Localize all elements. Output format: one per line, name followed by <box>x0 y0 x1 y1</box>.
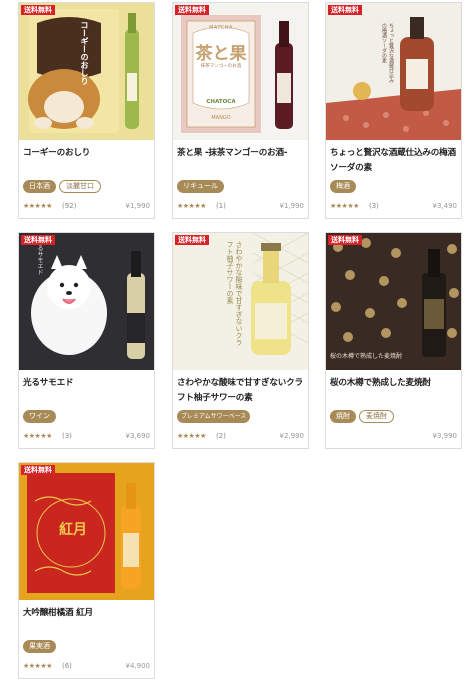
product-meta: ★★★★★ (6) ¥4,900 <box>23 662 150 673</box>
category-tag[interactable]: プレミアムサワーベース <box>177 410 251 423</box>
product-image[interactable]: 光るサモエド <box>19 233 154 370</box>
product-image[interactable]: コーギーのおしり <box>19 3 154 140</box>
category-tag[interactable]: ワイン <box>23 410 56 423</box>
product-grid: コーギーのおしり 送料無料 コーギーのおしり 日本酒 淡麗甘口 ★★★★★ (9… <box>0 0 466 679</box>
product-title[interactable]: 光るサモエド <box>23 376 152 391</box>
product-title[interactable]: 桜の木樽で熟成した麦焼酎 <box>330 376 459 391</box>
product-tags: プレミアムサワーベース <box>177 410 251 424</box>
rating-stars: ★★★★★ <box>177 432 206 440</box>
free-shipping-badge: 送料無料 <box>175 5 209 15</box>
image-caption: 桜の木樽で熟成した麦焼酎 <box>330 353 403 360</box>
review-count: (92) <box>62 202 77 210</box>
product-price: ¥3,690 <box>125 432 151 440</box>
product-price: ¥4,900 <box>125 662 151 670</box>
product-meta: ★★★★★ (3) ¥3,490 <box>330 202 457 213</box>
product-tags: 日本酒 淡麗甘口 <box>23 180 101 194</box>
label-kanji: 紅月 <box>59 522 87 538</box>
review-count: (1) <box>216 202 226 210</box>
product-card[interactable]: MATCHA 茶と果 抹茶マンゴーのお酒 CHATOCA MANGO 送料無料 … <box>172 2 309 219</box>
product-card[interactable]: コーギーのおしり 送料無料 コーギーのおしり 日本酒 淡麗甘口 ★★★★★ (9… <box>18 2 155 219</box>
product-meta: ★★★★★ (92) ¥1,990 <box>23 202 150 213</box>
product-tags: ワイン <box>23 410 56 424</box>
label-top-text: MATCHA <box>209 25 233 31</box>
label-kanji: 茶と果 <box>195 44 247 64</box>
product-card[interactable]: 紅月 送料無料 大吟醸柑橘酒 紅月 果実酒 ★★★★★ (6) ¥4,900 <box>18 462 155 679</box>
product-image[interactable]: 桜の木樽で熟成した麦焼酎 <box>326 233 461 370</box>
product-meta: ★★★★★ (3) ¥3,690 <box>23 432 150 443</box>
free-shipping-badge: 送料無料 <box>328 5 362 15</box>
product-image[interactable]: MATCHA 茶と果 抹茶マンゴーのお酒 CHATOCA MANGO <box>173 3 308 140</box>
product-tags: 果実酒 <box>23 640 56 654</box>
category-tag[interactable]: 焼酎 <box>330 410 356 423</box>
bottle-label-text: コーギーのおしり <box>80 21 89 85</box>
category-tag[interactable]: 日本酒 <box>23 180 56 193</box>
product-meta: ★★★★★ (1) ¥1,990 <box>177 202 304 213</box>
product-price: ¥1,990 <box>279 202 305 210</box>
rating-stars: ★★★★★ <box>23 432 52 440</box>
product-tags: 焼酎 麦焼酎 <box>330 410 394 424</box>
product-title[interactable]: 茶と果 -抹茶マンゴーのお酒- <box>177 146 306 161</box>
review-count: (2) <box>216 432 226 440</box>
product-image[interactable]: 紅月 <box>19 463 154 600</box>
category-tag[interactable]: 果実酒 <box>23 640 56 653</box>
product-price: ¥2,990 <box>279 432 305 440</box>
free-shipping-badge: 送料無料 <box>21 465 55 475</box>
product-meta: ★★★★★ (2) ¥2,990 <box>177 432 304 443</box>
rating-stars: ★★★★★ <box>23 662 52 670</box>
product-card[interactable]: ちょっと贅沢な酒蔵仕込みの梅酒ソーダの素 送料無料 ちょっと贅沢な酒蔵仕込みの梅… <box>325 2 462 219</box>
product-meta: ¥3,990 <box>330 432 458 443</box>
product-tags: 梅酒 <box>330 180 356 194</box>
taste-tag[interactable]: 淡麗甘口 <box>59 180 101 193</box>
subcategory-tag[interactable]: 麦焼酎 <box>359 410 394 423</box>
free-shipping-badge: 送料無料 <box>175 235 209 245</box>
product-price: ¥3,490 <box>432 202 458 210</box>
product-image[interactable]: ちょっと贅沢な酒蔵仕込みの梅酒ソーダの素 <box>326 3 461 140</box>
product-price: ¥3,990 <box>432 432 458 440</box>
label-bottom-text: MANGO <box>211 115 231 121</box>
category-tag[interactable]: 梅酒 <box>330 180 356 193</box>
review-count: (3) <box>369 202 379 210</box>
product-card[interactable]: 桜の木樽で熟成した麦焼酎 送料無料 桜の木樽で熟成した麦焼酎 焼酎 麦焼酎 ¥3… <box>325 232 462 449</box>
product-title[interactable]: ちょっと贅沢な酒蔵仕込みの梅酒ソーダの素 <box>330 146 459 176</box>
rating-stars: ★★★★★ <box>330 202 359 210</box>
bottle-label-text: さわやかな酸味で甘すぎないクラフト柚子サワーの素 <box>226 241 243 346</box>
product-card[interactable]: さわやかな酸味で甘すぎないクラフト柚子サワーの素 送料無料 さわやかな酸味で甘す… <box>172 232 309 449</box>
label-sub-text: 抹茶マンゴーのお酒 <box>200 64 242 69</box>
free-shipping-badge: 送料無料 <box>21 235 55 245</box>
review-count: (3) <box>62 432 72 440</box>
product-title[interactable]: 大吟醸柑橘酒 紅月 <box>23 606 152 621</box>
rating-stars: ★★★★★ <box>23 202 52 210</box>
free-shipping-badge: 送料無料 <box>328 235 362 245</box>
product-price: ¥1,990 <box>125 202 151 210</box>
rating-stars: ★★★★★ <box>177 202 206 210</box>
bottle-label-text: ちょっと贅沢な酒蔵仕込みの梅酒ソーダの素 <box>381 23 394 83</box>
product-title[interactable]: さわやかな酸味で甘すぎないクラフト柚子サワーの素 <box>177 376 306 406</box>
label-mid-text: CHATOCA <box>206 99 236 105</box>
category-tag[interactable]: リキュール <box>177 180 224 193</box>
product-tags: リキュール <box>177 180 224 194</box>
free-shipping-badge: 送料無料 <box>21 5 55 15</box>
product-image[interactable]: さわやかな酸味で甘すぎないクラフト柚子サワーの素 <box>173 233 308 370</box>
product-card[interactable]: 光るサモエド 送料無料 光るサモエド ワイン ★★★★★ (3) ¥3,690 <box>18 232 155 449</box>
review-count: (6) <box>62 662 72 670</box>
product-title[interactable]: コーギーのおしり <box>23 146 152 161</box>
